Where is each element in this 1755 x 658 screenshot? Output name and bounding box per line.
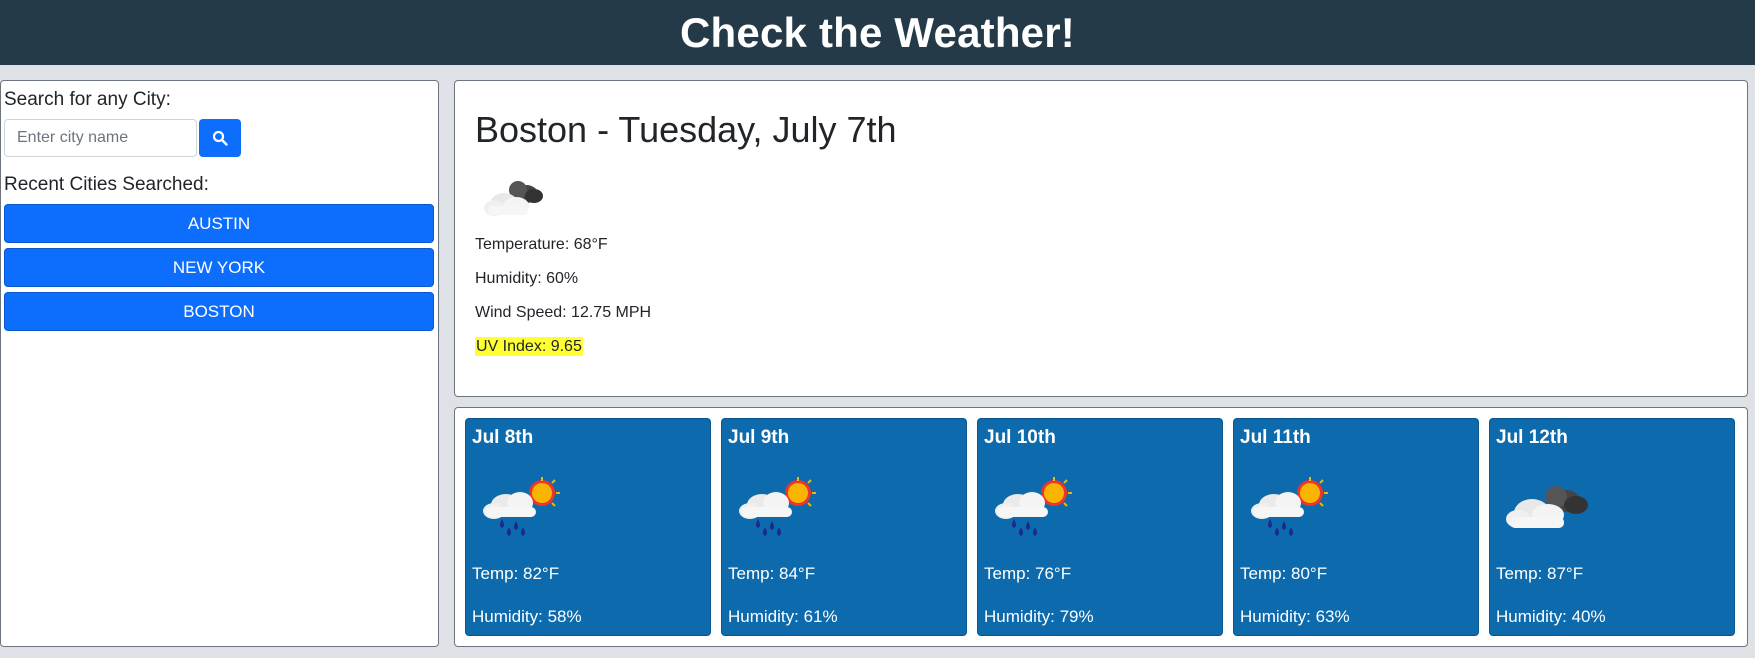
current-temperature: Temperature: 68°F (475, 236, 608, 253)
recent-city-button-austin[interactable]: AUSTIN (4, 204, 434, 243)
app-header: Check the Weather! (0, 0, 1755, 65)
partly-cloudy-icon (480, 174, 548, 225)
forecast-humidity: Humidity: 58% (472, 607, 582, 626)
forecast-card: Jul 8th Temp: 82°F Humidity: 58% (465, 418, 711, 636)
forecast-date: Jul 11th (1240, 427, 1311, 448)
search-button[interactable] (199, 119, 241, 157)
rain-sun-icon (992, 477, 1072, 544)
rain-sun-icon (1248, 477, 1328, 544)
forecast-card: Jul 9th Temp: 84°F Humidity: 61% (721, 418, 967, 636)
current-wind-speed: Wind Speed: 12.75 MPH (475, 304, 652, 321)
forecast-humidity: Humidity: 40% (1496, 607, 1606, 626)
forecast-card: Jul 10th Temp: 76°F Humidity: 79% (977, 418, 1223, 636)
recent-city-button-new-york[interactable]: NEW YORK (4, 248, 434, 287)
forecast-temp: Temp: 87°F (1496, 564, 1584, 583)
current-city-title: Boston - Tuesday, July 7th (475, 109, 897, 150)
forecast-temp: Temp: 80°F (1240, 564, 1328, 583)
page-title: Check the Weather! (680, 8, 1075, 56)
forecast-temp: Temp: 82°F (472, 564, 560, 583)
search-label: Search for any City: (4, 89, 171, 110)
forecast-temp: Temp: 84°F (728, 564, 816, 583)
partly-cloudy-icon (1504, 477, 1594, 544)
uv-index-badge: UV Index: 9.65 (475, 337, 583, 356)
forecast-card: Jul 11th Temp: 80°F Humidity: 63% (1233, 418, 1479, 636)
current-humidity: Humidity: 60% (475, 270, 579, 287)
forecast-card: Jul 12th Temp: 87°F Humidity: 40% (1489, 418, 1735, 636)
forecast-humidity: Humidity: 79% (984, 607, 1094, 626)
forecast-date: Jul 10th (984, 427, 1056, 448)
search-icon (212, 130, 228, 146)
forecast-panel: Jul 8th Temp: 82°F Humidity: 58% Jul 9th… (454, 407, 1748, 647)
rain-sun-icon (736, 477, 816, 544)
recent-cities-label: Recent Cities Searched: (4, 174, 209, 195)
current-weather-panel: Boston - Tuesday, July 7th Temperature: … (454, 80, 1748, 397)
forecast-temp: Temp: 76°F (984, 564, 1072, 583)
forecast-date: Jul 8th (472, 427, 534, 448)
forecast-humidity: Humidity: 61% (728, 607, 838, 626)
search-input[interactable] (4, 119, 197, 157)
sidebar: Search for any City: Recent Cities Searc… (0, 80, 439, 647)
rain-sun-icon (480, 477, 560, 544)
forecast-date: Jul 12th (1496, 427, 1568, 448)
forecast-humidity: Humidity: 63% (1240, 607, 1350, 626)
forecast-date: Jul 9th (728, 427, 790, 448)
recent-city-button-boston[interactable]: BOSTON (4, 292, 434, 331)
